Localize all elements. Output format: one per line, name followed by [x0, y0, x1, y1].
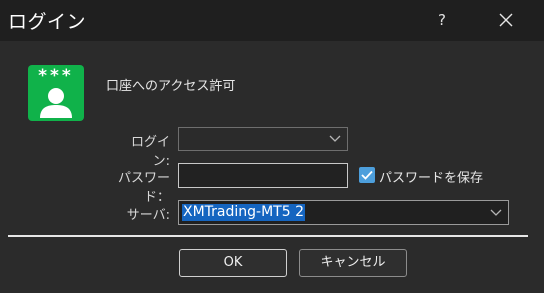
help-icon: ? [438, 11, 446, 29]
server-combobox[interactable]: XMTrading-MT5 2 [178, 200, 509, 225]
close-button[interactable] [489, 5, 523, 35]
divider [8, 235, 528, 237]
login-label: ログイン: [130, 135, 170, 169]
help-button[interactable]: ? [425, 5, 459, 35]
login-combobox[interactable] [178, 127, 348, 151]
close-icon [499, 13, 513, 27]
save-password-checkbox[interactable] [359, 167, 375, 183]
checkmark-icon [361, 170, 373, 180]
chevron-down-icon[interactable] [490, 201, 502, 224]
cancel-button[interactable]: キャンセル [299, 249, 407, 277]
password-label: パスワード： [117, 171, 170, 205]
title-bar: ログイン ? [0, 0, 544, 41]
account-access-icon: *** [28, 65, 84, 121]
window-title: ログイン [8, 11, 87, 33]
server-value[interactable]: XMTrading-MT5 2 [182, 204, 305, 221]
server-label: サーバ: [126, 208, 170, 223]
password-input[interactable] [178, 163, 348, 188]
chevron-down-icon[interactable] [329, 128, 341, 150]
save-password-label[interactable]: パスワードを保存 [379, 167, 483, 186]
dialog-message: 口座へのアクセス許可 [106, 79, 236, 94]
ok-button[interactable]: OK [179, 249, 287, 277]
user-silhouette-icon [40, 88, 72, 118]
